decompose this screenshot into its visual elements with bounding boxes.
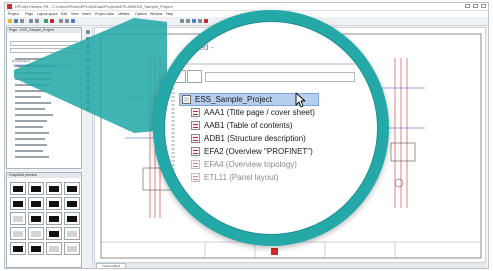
preview-thumbnail[interactable] <box>46 227 62 240</box>
magnified-canvas-title: ...ated - <box>185 42 214 52</box>
magnified-button[interactable] <box>187 70 202 83</box>
preview-thumbnail[interactable] <box>28 212 44 225</box>
preview-thumbnail[interactable] <box>10 212 26 225</box>
device-icon[interactable] <box>186 18 190 23</box>
tree-item-label: EFA2 (Overview "PROFINET") <box>204 147 313 156</box>
tree-item-page[interactable]: ADB1 (Structure description) <box>181 132 377 145</box>
preview-thumbnail[interactable] <box>28 242 44 255</box>
magnified-divider <box>165 63 377 65</box>
page-icon <box>191 108 200 117</box>
navigator-row[interactable] <box>15 144 47 146</box>
symbol-icon[interactable] <box>180 18 184 23</box>
navigator-row[interactable] <box>15 138 45 140</box>
app-logo-icon <box>7 4 12 9</box>
window-controls <box>465 4 486 8</box>
tree-item-project[interactable]: ESS_Sample_Project <box>179 92 319 108</box>
open-project-icon[interactable] <box>8 18 12 23</box>
preview-thumbnail[interactable] <box>46 197 62 210</box>
graphical-preview-panel: Graphical preview <box>6 172 82 268</box>
preview-thumbnail[interactable] <box>46 242 62 255</box>
document-tab[interactable]: =GAA+UNL/1 <box>96 263 126 268</box>
tree-item-page[interactable]: EFA4 (Overview topology) <box>181 158 377 171</box>
tree-item-label: AAB1 (Table of contents) <box>204 121 293 130</box>
preview-thumbnail[interactable] <box>10 182 26 195</box>
magnified-splitter[interactable] <box>171 88 175 198</box>
page-icon <box>191 147 200 156</box>
preview-thumbnail[interactable] <box>28 197 44 210</box>
preview-thumbnail[interactable] <box>10 197 26 210</box>
minimize-icon[interactable] <box>465 4 470 8</box>
maximize-icon[interactable] <box>473 4 478 8</box>
magnified-button[interactable] <box>171 70 186 83</box>
preview-thumbnail[interactable] <box>46 212 62 225</box>
tree-item-label: ETL11 (Panel layout) <box>204 173 279 182</box>
tree-item-label: AAA1 (Title page / cover sheet) <box>204 108 315 117</box>
plc-icon[interactable] <box>204 18 208 23</box>
tree-item-page[interactable]: AAA1 (Title page / cover sheet) <box>181 106 377 119</box>
tree-item-label: ADB1 (Structure description) <box>204 134 306 143</box>
magnifier-callout <box>14 18 167 133</box>
project-icon <box>182 95 191 104</box>
preview-thumbnail[interactable] <box>64 242 80 255</box>
page-icon <box>191 121 200 130</box>
preview-thumbnail[interactable] <box>28 227 44 240</box>
magnifier-content: ...ated - ESS_Sample_Project AAA1 (Title… <box>164 21 378 235</box>
preview-thumbnail[interactable] <box>64 227 80 240</box>
close-icon[interactable] <box>481 4 486 8</box>
magnified-page-tree: ESS_Sample_Project AAA1 (Title page / co… <box>179 92 377 184</box>
graphical-preview-title: Graphical preview <box>7 173 81 178</box>
navigator-row[interactable] <box>15 150 43 152</box>
preview-thumbnail[interactable] <box>10 227 26 240</box>
document-tab-bar: =GAA+UNL/1 <box>94 263 486 268</box>
preview-thumbnail[interactable] <box>28 182 44 195</box>
page-icon <box>191 134 200 143</box>
tree-item-page[interactable]: ETL11 (Panel layout) <box>181 171 377 184</box>
cable-icon[interactable] <box>198 18 202 23</box>
preview-thumbnail[interactable] <box>46 182 62 195</box>
terminal-icon[interactable] <box>192 18 196 23</box>
page-icon <box>191 173 200 182</box>
tree-item-label: ESS_Sample_Project <box>195 95 272 104</box>
preview-thumbnail-grid <box>10 182 80 255</box>
title-bar: EPLAN Electric P8 - C:\Users\Public\EPLA… <box>5 3 488 11</box>
navigator-row[interactable] <box>15 156 49 158</box>
tree-item-page[interactable]: EFA2 (Overview "PROFINET") <box>181 145 377 158</box>
tree-item-label: EFA4 (Overview topology) <box>204 160 297 169</box>
preview-thumbnail[interactable] <box>64 182 80 195</box>
window-title: EPLAN Electric P8 - C:\Users\Public\EPLA… <box>15 4 173 9</box>
magnified-filter-field[interactable] <box>205 72 355 82</box>
page-icon <box>191 160 200 169</box>
preview-thumbnail[interactable] <box>10 242 26 255</box>
preview-thumbnail[interactable] <box>64 212 80 225</box>
preview-thumbnail[interactable] <box>64 197 80 210</box>
tree-item-page[interactable]: AAB1 (Table of contents) <box>181 119 377 132</box>
